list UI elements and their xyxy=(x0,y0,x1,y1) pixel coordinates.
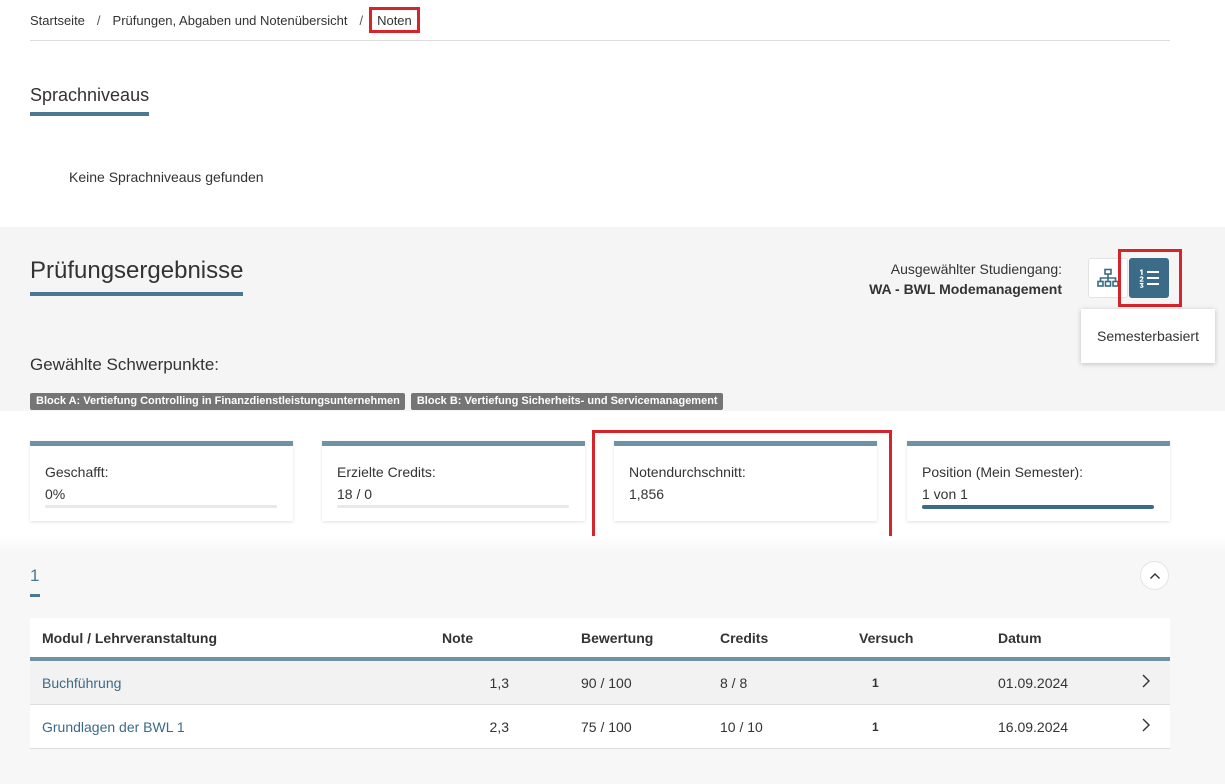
selected-program: Ausgewählter Studiengang: WA - BWL Modem… xyxy=(869,259,1062,299)
header-note: Note xyxy=(442,629,474,646)
schwerpunkte-title: Gewählte Schwerpunkte: xyxy=(30,355,219,374)
row-note: 2,3 xyxy=(489,718,509,735)
schwerpunkt-tag: Block A: Vertiefung Controlling in Finan… xyxy=(30,393,405,410)
semester-view-button[interactable] xyxy=(1129,258,1169,298)
semester-underline xyxy=(30,594,40,597)
results-header-band xyxy=(0,227,1225,411)
pruefungsergebnisse-title: Prüfungsergebnisse xyxy=(30,257,244,296)
row-bewertung: 75 / 100 xyxy=(581,718,632,735)
progress-bar xyxy=(922,505,1154,509)
breadcrumb-home[interactable]: Startseite xyxy=(30,13,85,28)
sprachniveaus-empty-message: Keine Sprachniveaus gefunden xyxy=(69,169,264,185)
selected-program-label: Ausgewählter Studiengang: xyxy=(890,261,1062,277)
breadcrumb-separator: / xyxy=(96,12,101,28)
table-row[interactable]: Buchführung 1,3 90 / 100 8 / 8 1 01.09.2… xyxy=(30,661,1170,705)
progress-fill xyxy=(922,505,1154,509)
stat-card-notendurchschnitt: Notendurchschnitt: 1,856 xyxy=(614,441,877,521)
header-versuch: Versuch xyxy=(859,629,914,646)
results-table: Modul / Lehrveranstaltung Note Bewertung… xyxy=(30,618,1170,749)
view-tooltip: Semesterbasiert xyxy=(1081,309,1215,363)
progress-bar xyxy=(45,505,277,508)
selected-program-value: WA - BWL Modemanagement xyxy=(869,281,1062,297)
row-credits: 10 / 10 xyxy=(720,718,763,735)
stat-card-position: Position (Mein Semester): 1 von 1 xyxy=(907,441,1170,521)
stat-label: Geschafft: xyxy=(45,464,109,480)
row-versuch: 1 xyxy=(872,675,879,690)
header-modul: Modul / Lehrveranstaltung xyxy=(42,629,218,646)
schwerpunkt-tag: Block B: Vertiefung Sicherheits- und Ser… xyxy=(410,393,723,410)
stat-card-credits: Erzielte Credits: 18 / 0 xyxy=(322,441,585,521)
chevron-up-icon xyxy=(1149,572,1160,579)
row-datum: 16.09.2024 xyxy=(998,718,1069,735)
breadcrumb: Startseite / Prüfungen, Abgaben und Note… xyxy=(30,0,1170,41)
sprachniveaus-title: Sprachniveaus xyxy=(30,85,150,116)
header-datum: Datum xyxy=(998,629,1042,646)
row-credits: 8 / 8 xyxy=(720,674,748,691)
row-bewertung: 90 / 100 xyxy=(581,674,632,691)
breadcrumb-exams[interactable]: Prüfungen, Abgaben und Notenübersicht xyxy=(113,13,348,28)
header-credits: Credits xyxy=(720,629,769,646)
breadcrumb-separator: / xyxy=(359,12,364,28)
row-versuch: 1 xyxy=(872,719,879,734)
stat-value: 1 von 1 xyxy=(922,486,968,502)
stat-value: 0% xyxy=(45,486,66,502)
stat-label: Position (Mein Semester): xyxy=(922,464,1084,480)
numbered-list-icon xyxy=(1139,269,1159,288)
chevron-right-icon[interactable] xyxy=(1141,717,1151,733)
row-modul-link[interactable]: Grundlagen der BWL 1 xyxy=(42,719,185,735)
stat-card-geschafft: Geschafft: 0% xyxy=(30,441,293,521)
row-datum: 01.09.2024 xyxy=(998,674,1069,691)
stat-value: 1,856 xyxy=(629,486,665,502)
row-modul-link[interactable]: Buchführung xyxy=(42,675,121,691)
hierarchy-icon xyxy=(1097,268,1119,287)
schwerpunkte-tags: Block A: Vertiefung Controlling in Finan… xyxy=(30,393,723,410)
header-bewertung: Bewertung xyxy=(581,629,654,646)
hierarchy-view-button[interactable] xyxy=(1088,258,1128,298)
row-note: 1,3 xyxy=(489,674,509,691)
breadcrumb-current: Noten xyxy=(369,7,420,33)
table-row[interactable]: Grundlagen der BWL 1 2,3 75 / 100 10 / 1… xyxy=(30,705,1170,749)
progress-bar xyxy=(337,505,569,508)
chevron-right-icon[interactable] xyxy=(1141,673,1151,689)
semester-label[interactable]: 1 xyxy=(30,566,39,586)
stat-value: 18 / 0 xyxy=(337,486,373,502)
collapse-button[interactable] xyxy=(1140,561,1169,590)
stat-label: Notendurchschnitt: xyxy=(629,464,746,480)
stat-label: Erzielte Credits: xyxy=(337,464,436,480)
table-header: Modul / Lehrveranstaltung Note Bewertung… xyxy=(30,618,1170,661)
